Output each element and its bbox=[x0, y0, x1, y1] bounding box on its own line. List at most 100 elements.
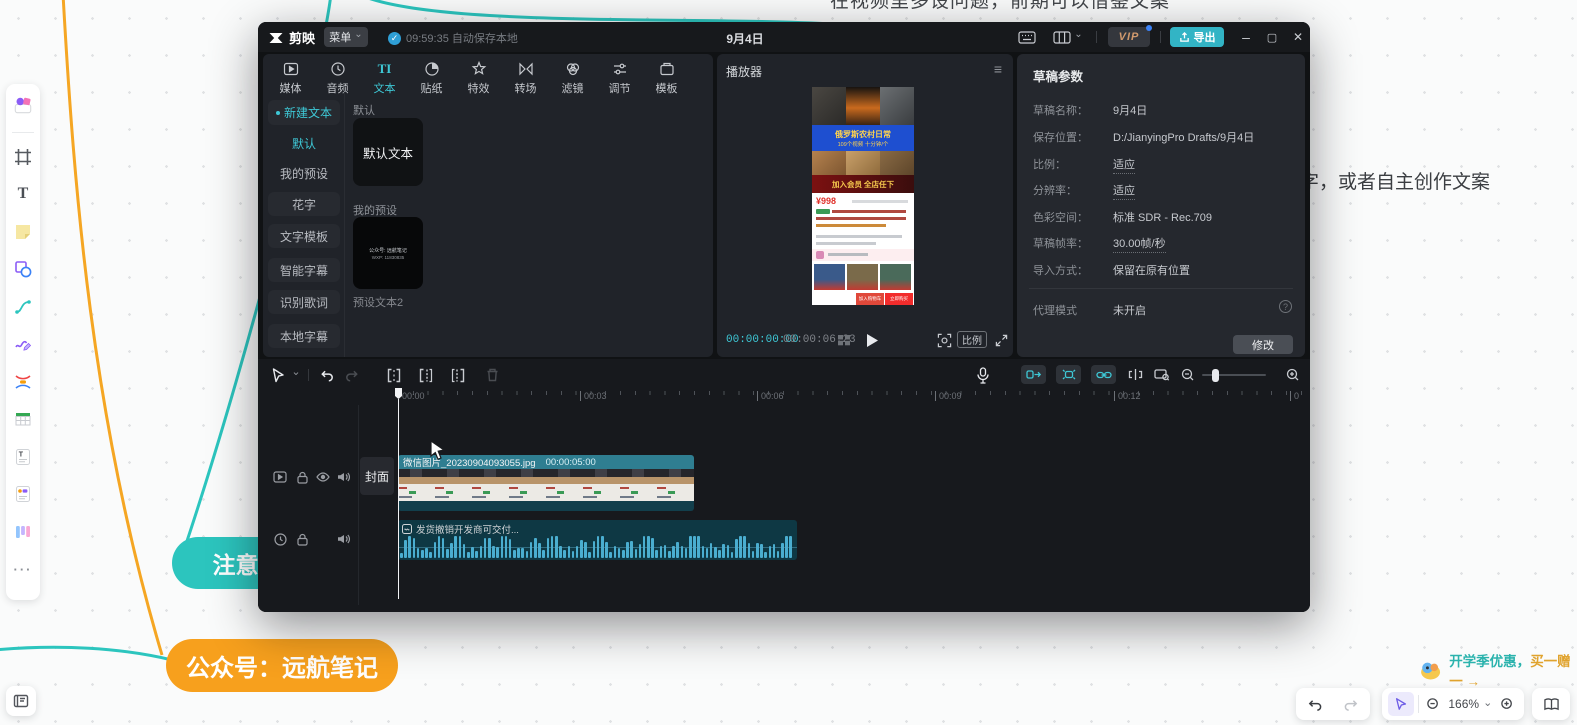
select-tool-button[interactable] bbox=[268, 365, 288, 385]
trim-left-button[interactable] bbox=[416, 365, 436, 385]
eye-icon bbox=[316, 472, 330, 482]
close-button[interactable]: ✕ bbox=[1288, 27, 1308, 47]
video-track-mute-button[interactable] bbox=[335, 469, 351, 485]
minimap-button[interactable] bbox=[1543, 697, 1560, 712]
fit-timeline-button[interactable] bbox=[1151, 365, 1173, 384]
category-my-presets[interactable]: 我的预设 bbox=[268, 162, 340, 184]
zoom-level[interactable]: 166% bbox=[1448, 697, 1479, 711]
category-text-templates[interactable]: 文字模板 bbox=[268, 224, 340, 248]
maximize-button[interactable]: ▢ bbox=[1262, 27, 1282, 47]
tab-filters[interactable]: 滤镜 bbox=[549, 54, 596, 96]
tab-transitions[interactable]: 转场 bbox=[502, 54, 549, 96]
split-button[interactable] bbox=[384, 365, 404, 385]
audio-track-lock-button[interactable] bbox=[294, 531, 310, 547]
cover-button[interactable]: 封面 bbox=[360, 457, 394, 495]
category-auto-captions[interactable]: 智能字幕 bbox=[268, 258, 340, 282]
shapes-tool[interactable] bbox=[10, 256, 36, 282]
preset-text-card[interactable]: 公众号: 远航笔记 WXP: 11830835 bbox=[353, 217, 423, 289]
audio-clip[interactable]: 发货撤销开发商可交付... bbox=[398, 520, 797, 560]
fullscreen-button[interactable] bbox=[993, 332, 1009, 348]
tab-audio[interactable]: 音频 bbox=[314, 54, 361, 96]
text-card-tool[interactable]: T bbox=[10, 444, 36, 470]
vip-badge[interactable]: VIP bbox=[1108, 27, 1150, 47]
shortcut-keys-button[interactable] bbox=[1016, 29, 1038, 45]
proxy-info-icon[interactable]: ? bbox=[1279, 300, 1292, 313]
preview-quality-button[interactable] bbox=[935, 332, 953, 348]
video-track-lock-button[interactable] bbox=[294, 469, 310, 485]
board-undo-button[interactable] bbox=[1296, 688, 1333, 720]
category-local-captions[interactable]: 本地字幕 bbox=[268, 324, 340, 348]
mindmap-tool[interactable] bbox=[10, 369, 36, 395]
timeline-zoom-out-button[interactable] bbox=[1179, 365, 1197, 384]
board-text-side[interactable]: 字，或者自主创作文案 bbox=[1300, 167, 1490, 194]
tab-sticker[interactable]: 贴纸 bbox=[408, 54, 455, 96]
tab-text[interactable]: TI 文本 bbox=[361, 54, 408, 96]
sticky-note-tool[interactable] bbox=[10, 219, 36, 245]
timeline-ruler[interactable]: 00:00 00:03 00:06 00:09 00:12 0 bbox=[358, 387, 1310, 405]
audio-track-mute-button[interactable] bbox=[335, 531, 351, 547]
minimize-button[interactable]: – bbox=[1236, 27, 1256, 47]
fullscreen-icon bbox=[995, 334, 1008, 347]
auto-snap-toggle[interactable] bbox=[1056, 365, 1081, 384]
tab-adjust[interactable]: 调节 bbox=[596, 54, 643, 96]
kanban-tool[interactable] bbox=[10, 519, 36, 545]
scan-zoom-icon bbox=[937, 333, 952, 348]
slides-panel-button[interactable] bbox=[6, 686, 36, 716]
zoom-in-button[interactable] bbox=[1496, 692, 1518, 716]
video-clip[interactable]: 微信图片_20230904093055.jpg 00:00:05:00 bbox=[398, 455, 694, 511]
more-tools[interactable]: ··· bbox=[10, 556, 36, 582]
promo-banner[interactable]: 开学季优惠，买一赠一 → bbox=[1418, 650, 1577, 690]
frame-grid-icon[interactable] bbox=[835, 333, 853, 347]
playhead[interactable] bbox=[394, 387, 403, 600]
category-default[interactable]: 默认 bbox=[268, 132, 340, 154]
menu-button[interactable]: 菜单 ⌄ bbox=[324, 27, 368, 47]
text-tool[interactable]: T bbox=[10, 181, 36, 207]
redo-button[interactable] bbox=[342, 365, 362, 385]
param-value-dropdown[interactable]: 适应 bbox=[1113, 156, 1135, 174]
pointer-mode-button[interactable] bbox=[1388, 692, 1414, 716]
param-value-dropdown[interactable]: 适应 bbox=[1113, 182, 1135, 200]
pen-tool[interactable] bbox=[10, 331, 36, 357]
connector-tool[interactable] bbox=[10, 294, 36, 320]
table-tool[interactable] bbox=[10, 406, 36, 432]
timeline-zoom-in-button[interactable] bbox=[1284, 365, 1302, 384]
zoom-out-button[interactable] bbox=[1423, 692, 1445, 716]
select-tool-chevron-icon[interactable]: ⌄ bbox=[290, 363, 302, 379]
category-label: 本地字幕 bbox=[280, 328, 328, 345]
whiteboard-canvas[interactable]: 在视频里多设问题，前期可以借鉴文案 字，或者自主创作文案 注意事 公众号：远航笔… bbox=[0, 0, 1577, 725]
video-preview[interactable]: 俄罗斯农村日常 109个视频 十分钟/个 加入会员 全店任下 ¥998 bbox=[812, 87, 914, 305]
tab-effects[interactable]: 特效 bbox=[455, 54, 502, 96]
delete-button[interactable] bbox=[482, 365, 502, 385]
player-menu-icon[interactable]: ≡ bbox=[989, 60, 1007, 78]
tab-templates[interactable]: 模板 bbox=[643, 54, 690, 96]
media-card-tool[interactable] bbox=[10, 481, 36, 507]
category-lyrics[interactable]: 识别歌词 bbox=[268, 290, 340, 314]
param-value-dropdown[interactable]: 30.00帧/秒 bbox=[1113, 235, 1166, 253]
timeline-zoom-slider[interactable] bbox=[1202, 374, 1266, 376]
main-track-magnet-toggle[interactable] bbox=[1021, 365, 1046, 384]
layout-switch-button[interactable]: ⌄ bbox=[1051, 29, 1085, 45]
video-track-hide-button[interactable] bbox=[315, 469, 331, 485]
active-dot bbox=[276, 111, 280, 115]
board-redo-button[interactable] bbox=[1333, 688, 1370, 720]
modify-button[interactable]: 修改 bbox=[1233, 335, 1293, 354]
default-text-card[interactable]: 默认文本 bbox=[353, 118, 423, 186]
record-voiceover-button[interactable] bbox=[973, 364, 993, 386]
zoom-slider-handle[interactable] bbox=[1212, 369, 1219, 382]
trim-right-button[interactable] bbox=[448, 365, 468, 385]
play-button[interactable] bbox=[864, 331, 880, 349]
ratio-button[interactable]: 比例 bbox=[957, 331, 987, 348]
detail-line bbox=[816, 242, 876, 245]
preview-axis-toggle[interactable] bbox=[1124, 365, 1146, 384]
undo-button[interactable] bbox=[316, 365, 336, 385]
export-button[interactable]: 导出 bbox=[1170, 27, 1224, 47]
linkage-toggle[interactable] bbox=[1091, 365, 1116, 384]
zoom-chevron-icon[interactable]: ⌄ bbox=[1483, 696, 1492, 709]
category-new-text[interactable]: 新建文本 bbox=[268, 100, 340, 125]
brand-bubble[interactable]: 公众号：远航笔记 bbox=[166, 639, 398, 692]
board-text-top[interactable]: 在视频里多设问题，前期可以借鉴文案 bbox=[830, 0, 1170, 13]
templates-tool[interactable] bbox=[10, 92, 36, 118]
tab-media[interactable]: 媒体 bbox=[267, 54, 314, 96]
category-fancy-text[interactable]: 花字 bbox=[268, 192, 340, 216]
frame-tool[interactable] bbox=[10, 144, 36, 170]
